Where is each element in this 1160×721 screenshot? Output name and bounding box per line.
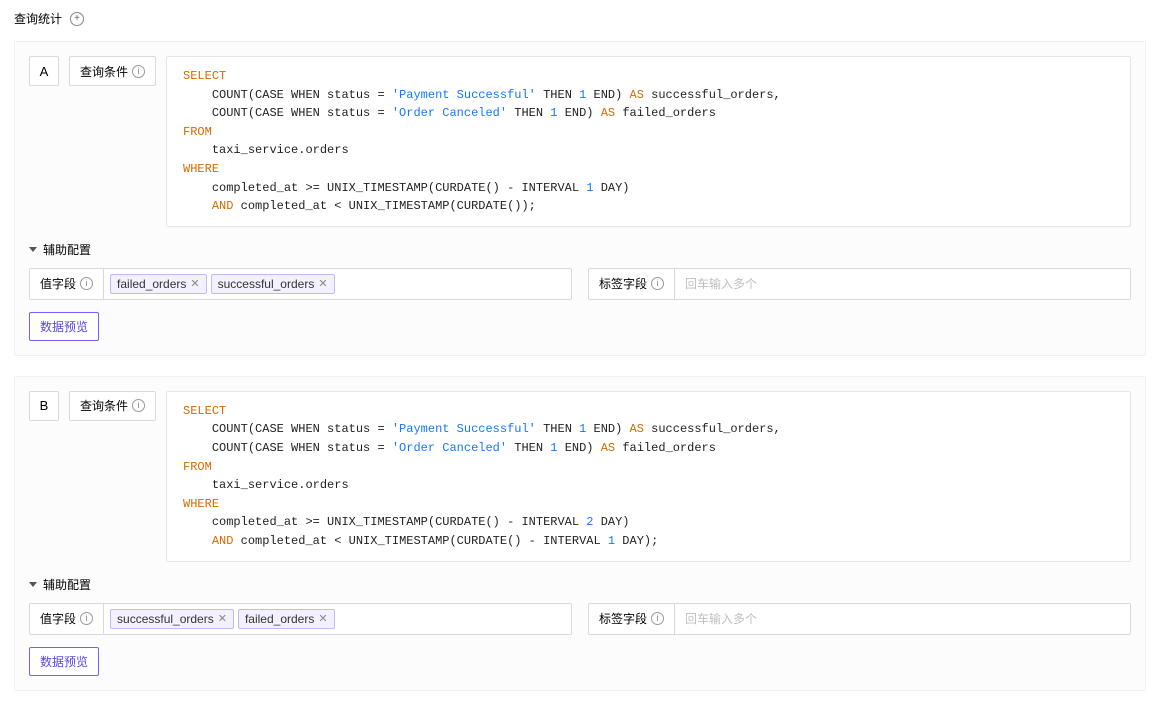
chevron-down-icon xyxy=(29,247,37,252)
query-panel: B 查询条件 i SELECT COUNT(CASE WHEN status = 'P… xyxy=(14,376,1146,691)
data-preview-button[interactable]: 数据预览 xyxy=(29,647,99,676)
sql-editor[interactable]: SELECT COUNT(CASE WHEN status = 'Payment… xyxy=(166,391,1131,562)
value-field-group: 值字段 i successful_orders ✕ failed_orders ✕ xyxy=(29,603,572,635)
close-icon[interactable]: ✕ xyxy=(218,612,227,625)
query-row: B 查询条件 i SELECT COUNT(CASE WHEN status = 'P… xyxy=(29,391,1131,562)
value-tag-text: failed_orders xyxy=(117,277,186,291)
label-field-group: 标签字段 i 回车输入多个 xyxy=(588,268,1131,300)
info-icon[interactable]: i xyxy=(651,277,664,290)
value-tag[interactable]: successful_orders✕ xyxy=(211,274,335,294)
chevron-down-icon xyxy=(29,582,37,587)
query-row: A 查询条件 i SELECT COUNT(CASE WHEN status = 'P… xyxy=(29,56,1131,227)
aux-config-label: 辅助配置 xyxy=(43,241,91,258)
data-preview-button[interactable]: 数据预览 xyxy=(29,312,99,341)
info-icon[interactable]: i xyxy=(651,612,664,625)
value-tag-text: successful_orders xyxy=(117,612,214,626)
query-letter[interactable]: A xyxy=(29,56,59,86)
close-icon[interactable]: ✕ xyxy=(318,612,327,625)
value-tag[interactable]: failed_orders ✕ xyxy=(110,274,207,294)
value-tag[interactable]: successful_orders ✕ xyxy=(110,609,234,629)
aux-config-toggle[interactable]: 辅助配置 xyxy=(29,241,1131,258)
value-field-label-box: 值字段 i xyxy=(29,268,103,300)
value-tag-text: successful_orders xyxy=(218,277,315,291)
close-icon[interactable]: ✕ xyxy=(190,277,199,290)
label-field-label-box: 标签字段 i xyxy=(588,603,674,635)
label-field-placeholder: 回车输入多个 xyxy=(681,610,757,627)
aux-config-label: 辅助配置 xyxy=(43,576,91,593)
value-field-label: 值字段 xyxy=(40,275,76,292)
aux-config-toggle[interactable]: 辅助配置 xyxy=(29,576,1131,593)
value-field-input[interactable]: successful_orders ✕ failed_orders ✕ xyxy=(103,603,572,635)
value-field-input[interactable]: failed_orders✕successful_orders✕ xyxy=(103,268,572,300)
value-field-label: 值字段 xyxy=(40,610,76,627)
query-condition-text: 查询条件 xyxy=(80,397,128,414)
label-field-group: 标签字段 i 回车输入多个 xyxy=(588,603,1131,635)
query-condition-text: 查询条件 xyxy=(80,63,128,80)
label-field-placeholder: 回车输入多个 xyxy=(681,275,757,292)
query-condition-label[interactable]: 查询条件 i xyxy=(69,56,156,86)
query-panel: A 查询条件 i SELECT COUNT(CASE WHEN status = 'P… xyxy=(14,41,1146,356)
label-field-label-box: 标签字段 i xyxy=(588,268,674,300)
info-icon[interactable]: i xyxy=(132,65,145,78)
page-title-row: 查询统计 + xyxy=(14,10,1146,27)
add-query-icon[interactable]: + xyxy=(70,12,84,26)
value-field-label-box: 值字段 i xyxy=(29,603,103,635)
label-field-label: 标签字段 xyxy=(599,275,647,292)
value-tag-text: failed_orders xyxy=(245,612,314,626)
info-icon[interactable]: i xyxy=(80,612,93,625)
sql-editor[interactable]: SELECT COUNT(CASE WHEN status = 'Payment… xyxy=(166,56,1131,227)
config-row: 值字段ifailed_orders✕successful_orders✕标签字段… xyxy=(29,268,1131,300)
label-field-input[interactable]: 回车输入多个 xyxy=(674,603,1131,635)
value-field-group: 值字段ifailed_orders✕successful_orders✕ xyxy=(29,268,572,300)
value-tag[interactable]: failed_orders ✕ xyxy=(238,609,335,629)
config-row: 值字段 i successful_orders ✕ failed_orders ✕ 标签字段… xyxy=(29,603,1131,635)
label-field-input[interactable]: 回车输入多个 xyxy=(674,268,1131,300)
page-title: 查询统计 xyxy=(14,10,62,27)
query-condition-label[interactable]: 查询条件 i xyxy=(69,391,156,421)
info-icon[interactable]: i xyxy=(80,277,93,290)
info-icon[interactable]: i xyxy=(132,399,145,412)
query-letter[interactable]: B xyxy=(29,391,59,421)
label-field-label: 标签字段 xyxy=(599,610,647,627)
close-icon[interactable]: ✕ xyxy=(318,277,327,290)
